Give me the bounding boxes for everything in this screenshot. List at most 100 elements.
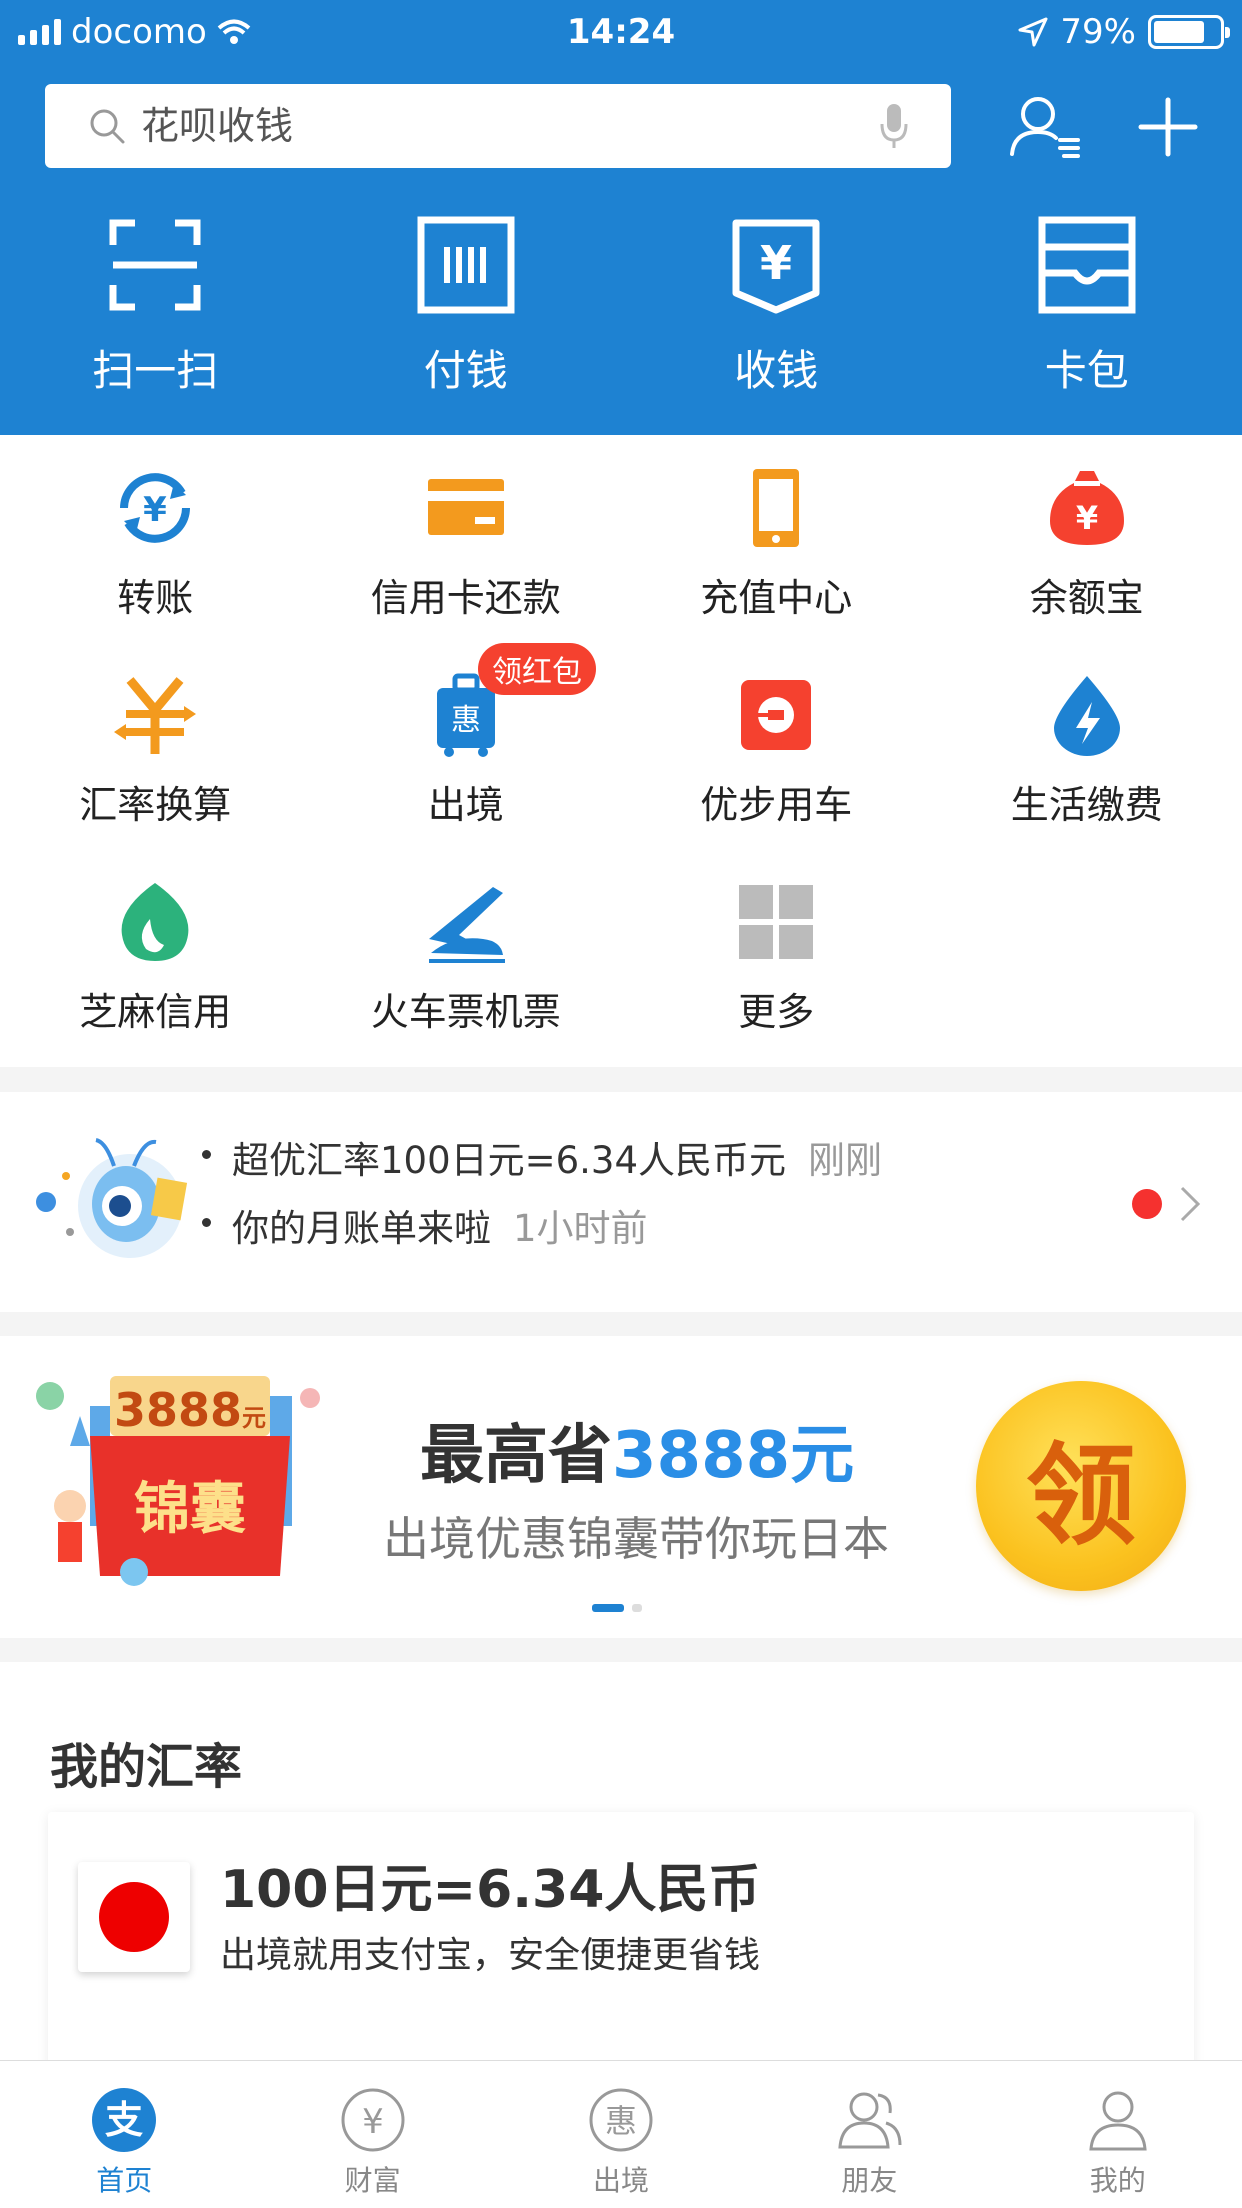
rate-value: 100日元=6.34人民币 bbox=[220, 1860, 761, 1920]
svg-text:惠: 惠 bbox=[605, 2102, 637, 2140]
microphone-icon[interactable] bbox=[879, 102, 909, 150]
tab-wealth[interactable]: ¥ 财富 bbox=[248, 2061, 496, 2208]
notice-text: 超优汇率100日元=6.34人民币元 bbox=[232, 1139, 787, 1182]
chevron-right-icon[interactable] bbox=[1178, 1184, 1202, 1224]
profile-icon bbox=[1089, 2091, 1147, 2151]
tab-label: 朋友 bbox=[841, 2164, 898, 2197]
scan-label: 扫一扫 bbox=[92, 346, 219, 395]
ant-mascot-icon bbox=[36, 1138, 188, 1258]
overseas-icon: 惠 bbox=[589, 2088, 653, 2152]
exchange-rate-icon bbox=[114, 677, 197, 754]
service-overseas[interactable]: 惠 出境 bbox=[311, 672, 622, 829]
train-plane-icon bbox=[428, 887, 505, 963]
add-icon[interactable] bbox=[1128, 92, 1208, 162]
phone-recharge-icon bbox=[753, 469, 800, 547]
svg-text:支: 支 bbox=[105, 2098, 143, 2142]
tab-mine[interactable]: 我的 bbox=[994, 2061, 1242, 2208]
service-exchange-rate[interactable]: 汇率换算 bbox=[0, 672, 311, 829]
services-grid: ¥ 转账 信用卡还款 充值中心 ¥ 余额宝 汇率换算 惠 出境 领红包 优步用车… bbox=[0, 435, 1242, 1067]
notice-item[interactable]: 你的月账单来啦 1小时前 bbox=[202, 1198, 648, 1252]
tab-overseas[interactable]: 惠 出境 bbox=[497, 2061, 745, 2208]
service-recharge[interactable]: 充值中心 bbox=[621, 465, 932, 622]
card-wallet-icon bbox=[1038, 216, 1136, 314]
promo-banner[interactable]: 3888元 锦囊 最高省3888元 出境优惠锦囊带你玩日本 领 bbox=[0, 1336, 1242, 1638]
card-wallet-button[interactable]: 卡包 bbox=[932, 215, 1242, 398]
notice-time: 1小时前 bbox=[513, 1207, 648, 1250]
transfer-icon: ¥ bbox=[120, 473, 191, 543]
japan-flag-icon bbox=[78, 1862, 190, 1972]
notice-time: 刚刚 bbox=[808, 1139, 883, 1182]
search-input[interactable] bbox=[141, 104, 841, 148]
service-transfer[interactable]: ¥ 转账 bbox=[0, 465, 311, 622]
header: docomo 14:24 79% 花呗收钱 扫一扫 付钱 ¥ 收钱 卡包 bbox=[0, 0, 1242, 435]
uber-icon bbox=[741, 680, 812, 750]
service-label: 汇率换算 bbox=[79, 783, 232, 827]
service-label: 出境 bbox=[427, 783, 504, 827]
service-tickets[interactable]: 火车票机票 bbox=[311, 879, 622, 1036]
red-packet-badge: 领红包 bbox=[478, 643, 596, 695]
more-grid-icon bbox=[739, 885, 814, 959]
svg-text:¥: ¥ bbox=[760, 236, 792, 290]
alipay-home-icon: 支 bbox=[92, 2088, 157, 2152]
service-uber[interactable]: 优步用车 bbox=[621, 672, 932, 829]
unread-dot bbox=[1132, 1189, 1162, 1219]
rate-card[interactable]: 100日元=6.34人民币 出境就用支付宝，安全便捷更省钱 bbox=[48, 1812, 1194, 2072]
promo-word: 锦囊 bbox=[134, 1477, 246, 1542]
service-label: 更多 bbox=[738, 990, 815, 1034]
my-rate-section: 我的汇率 100日元=6.34人民币 出境就用支付宝，安全便捷更省钱 bbox=[0, 1662, 1242, 2072]
utility-drop-icon bbox=[1053, 676, 1120, 756]
pay-button[interactable]: 付钱 bbox=[311, 215, 622, 398]
service-more[interactable]: 更多 bbox=[621, 879, 932, 1036]
service-yuebao[interactable]: ¥ 余额宝 bbox=[932, 465, 1242, 622]
battery-percent: 79% bbox=[1060, 12, 1136, 52]
tab-label: 首页 bbox=[96, 2164, 153, 2197]
carousel-indicator bbox=[592, 1604, 642, 1612]
svg-text:惠: 惠 bbox=[451, 703, 481, 738]
notification-panel[interactable]: 超优汇率100日元=6.34人民币元 刚刚 你的月账单来啦 1小时前 bbox=[0, 1092, 1242, 1312]
scan-icon bbox=[109, 219, 201, 311]
claim-coin-button[interactable]: 领 bbox=[976, 1381, 1186, 1591]
banner-subtitle: 出境优惠锦囊带你玩日本 bbox=[383, 1512, 889, 1566]
receive-label: 收钱 bbox=[734, 346, 819, 395]
banner-highlight: 3888元 bbox=[612, 1419, 855, 1493]
status-bar: docomo 14:24 79% bbox=[0, 0, 1242, 62]
service-label: 优步用车 bbox=[700, 783, 853, 827]
friends-icon bbox=[838, 2092, 902, 2149]
notice-item[interactable]: 超优汇率100日元=6.34人民币元 刚刚 bbox=[201, 1130, 883, 1184]
promo-illustration: 3888元 锦囊 bbox=[36, 1376, 320, 1586]
notice-text: 你的月账单来啦 bbox=[232, 1207, 491, 1250]
credit-card-icon bbox=[427, 479, 504, 535]
card-wallet-label: 卡包 bbox=[1044, 346, 1129, 395]
money-bag-icon: ¥ bbox=[1049, 471, 1124, 545]
service-label: 转账 bbox=[117, 576, 194, 620]
location-arrow-icon bbox=[1018, 17, 1048, 47]
service-sesame-credit[interactable]: 芝麻信用 bbox=[0, 879, 311, 1036]
service-credit-card[interactable]: 信用卡还款 bbox=[311, 465, 622, 622]
service-label: 芝麻信用 bbox=[79, 990, 232, 1034]
sesame-credit-icon bbox=[121, 883, 189, 961]
service-label: 生活缴费 bbox=[1010, 783, 1163, 827]
banner-title: 最高省3888元 bbox=[420, 1419, 855, 1493]
contacts-icon[interactable] bbox=[1006, 92, 1086, 162]
tab-bar: 支 首页 ¥ 财富 惠 出境 朋友 我的 bbox=[0, 2060, 1242, 2208]
scan-button[interactable]: 扫一扫 bbox=[0, 215, 311, 398]
service-label: 充值中心 bbox=[700, 576, 853, 620]
promo-unit: 元 bbox=[242, 1404, 266, 1432]
barcode-pay-icon bbox=[417, 216, 515, 314]
search-bar[interactable] bbox=[45, 84, 951, 168]
service-label: 信用卡还款 bbox=[370, 576, 561, 620]
tab-label: 财富 bbox=[344, 2164, 401, 2197]
wealth-icon: ¥ bbox=[341, 2088, 405, 2152]
tab-home[interactable]: 支 首页 bbox=[0, 2061, 248, 2208]
yuan-receive-icon: ¥ bbox=[732, 219, 820, 314]
tab-label: 出境 bbox=[592, 2164, 649, 2197]
receive-button[interactable]: ¥ 收钱 bbox=[621, 215, 932, 398]
tab-label: 我的 bbox=[1089, 2164, 1146, 2197]
service-label: 余额宝 bbox=[1029, 576, 1144, 620]
promo-amount: 3888 bbox=[114, 1383, 242, 1437]
tab-friends[interactable]: 朋友 bbox=[745, 2061, 993, 2208]
svg-text:¥: ¥ bbox=[362, 2102, 384, 2142]
top-actions: 扫一扫 付钱 ¥ 收钱 卡包 bbox=[0, 215, 1242, 398]
service-utilities[interactable]: 生活缴费 bbox=[932, 672, 1242, 829]
svg-text:¥: ¥ bbox=[143, 490, 167, 530]
